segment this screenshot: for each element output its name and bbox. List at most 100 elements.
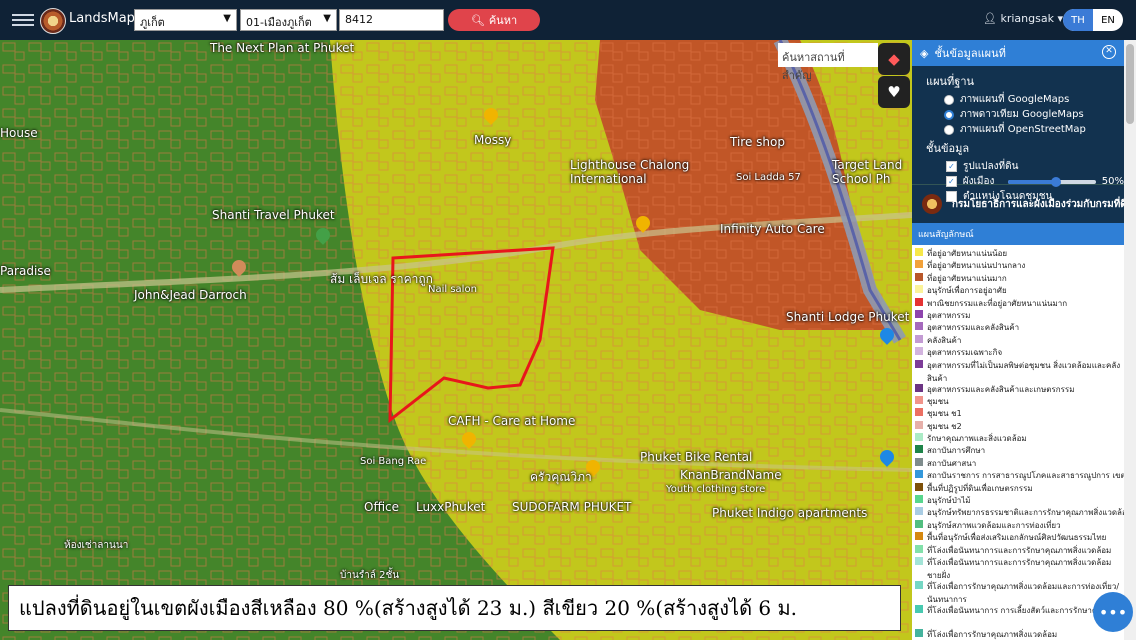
legend-label: อนุรักษ์สภาพแวดล้อมและการท่องเที่ยว: [927, 520, 1061, 530]
legend-label: ที่โล่งเพื่อการรักษาคุณภาพสิ่งแวดล้อมและ…: [927, 581, 1120, 604]
legend-item: ที่อยู่อาศัยหนาแน่นมาก: [915, 272, 1124, 284]
base-option-google-satellite[interactable]: ภาพดาวเทียม GoogleMaps: [912, 107, 1124, 122]
legend-item: ที่โล่งเพื่อนันทนาการและการรักษาคุณภาพสิ…: [915, 556, 1124, 580]
place-label: Infinity Auto Care: [720, 222, 825, 236]
parcel-number-input[interactable]: 8412: [339, 9, 444, 31]
chevron-down-icon: ▼: [223, 13, 231, 24]
legend-item: คลังสินค้า: [915, 334, 1124, 346]
district-select[interactable]: 01-เมืองภูเก็ต ▼: [240, 9, 337, 31]
legend-label: ที่โล่งเพื่อการรักษาคุณภาพสิ่งแวดล้อม: [927, 629, 1058, 639]
legend-label: ชุมชน ช1: [927, 409, 962, 419]
legend-label: สถาบันศาสนา: [927, 458, 977, 468]
layer-parcel[interactable]: ✓ รูปแปลงที่ดิน: [912, 159, 1124, 174]
legend-item: อนุรักษ์ป่าไม้: [915, 494, 1124, 506]
legend-swatch: [915, 495, 923, 504]
legend-swatch: [915, 457, 923, 466]
option-label: ผังเมือง: [962, 176, 995, 187]
place-label: ห้องเช่าลานนา: [64, 540, 129, 551]
user-menu[interactable]: 👤︎ kriangsak ▾: [983, 12, 1063, 25]
legend-item: พาณิชยกรรมและที่อยู่อาศัยหนาแน่นมาก: [915, 297, 1124, 309]
legend-item: อุตสาหกรรม: [915, 309, 1124, 321]
base-option-google-map[interactable]: ภาพแผนที่ GoogleMaps: [912, 92, 1124, 107]
legend-label: อนุรักษ์เพื่อการอยู่อาศัย: [927, 286, 1007, 296]
legend-item: ชุมชน ช2: [915, 420, 1124, 432]
legend-item: อนุรักษ์เพื่อการอยู่อาศัย: [915, 284, 1124, 296]
legend-swatch: [915, 628, 923, 637]
legend-swatch: [915, 420, 923, 429]
close-icon[interactable]: ✕: [1102, 45, 1116, 59]
legend-label: พื้นที่ปฏิรูปที่ดินเพื่อเกษตรกรรม: [927, 483, 1033, 493]
legend-swatch: [915, 297, 923, 306]
layer-panel: ◈ ชั้นข้อมูลแผนที่ ✕ แผนที่ฐาน ภาพแผนที่…: [912, 40, 1124, 640]
legend-swatch: [915, 604, 923, 613]
favorites-button[interactable]: ♥: [878, 76, 910, 108]
language-toggle: TH EN: [1063, 9, 1123, 31]
department-name: กรมโยธาธิการและผังเมืองร่วมกับกรมที่ดิน: [952, 198, 1124, 210]
place-label: SUDOFARM PHUKET: [512, 500, 632, 514]
legend-item: ชุมชน: [915, 395, 1124, 407]
legend-swatch: [915, 556, 923, 565]
panel-scrollbar[interactable]: [1124, 40, 1136, 640]
place-search-input[interactable]: ค้นหาสถานที่สำคัญ: [778, 43, 878, 82]
place-label: Lighthouse Chalong International: [570, 158, 690, 186]
legend-swatch: [915, 383, 923, 392]
place-label: LuxxPhuket: [416, 500, 486, 514]
opacity-value: 50%: [1101, 176, 1124, 187]
legend-item: ที่อยู่อาศัยหนาแน่นปานกลาง: [915, 259, 1124, 271]
legend-label: รักษาคุณภาพและสิ่งแวดล้อม: [927, 434, 1027, 444]
legend-swatch: [915, 359, 923, 368]
chevron-down-icon: ▼: [323, 13, 331, 24]
map-canvas: [0, 40, 912, 640]
opacity-slider[interactable]: [1008, 176, 1096, 187]
legend-item: อนุรักษ์สภาพแวดล้อมและการท่องเที่ยว: [915, 519, 1124, 531]
more-icon: •••: [1098, 602, 1128, 622]
legend-item: ที่โล่งเพื่อการรักษาคุณภาพสิ่งแวดล้อม: [915, 628, 1124, 640]
legend-label: ชุมชน ช2: [927, 421, 962, 431]
legend-swatch: [915, 408, 923, 417]
base-option-osm[interactable]: ภาพแผนที่ OpenStreetMap: [912, 122, 1124, 137]
radio-selected-icon[interactable]: [944, 109, 954, 120]
option-label: ภาพแผนที่ OpenStreetMap: [960, 124, 1086, 135]
slider-handle[interactable]: [1051, 176, 1062, 187]
legend-label: อนุรักษ์ป่าไม้: [927, 496, 971, 506]
checkbox-checked-icon[interactable]: ✓: [946, 161, 957, 172]
legend-label: ที่อยู่อาศัยหนาแน่นมาก: [927, 273, 1007, 283]
legend-label: ที่โล่งเพื่อนันทนาการ การเลี้ยงสัตว์และก…: [927, 605, 1120, 615]
legend-swatch: [915, 470, 923, 479]
legend-label: สถาบันราชการ การสาธารณูปโภคและสาธารณูปกา…: [927, 471, 1124, 481]
heart-icon: ♥: [887, 83, 901, 101]
legend-title: แผนสัญลักษณ์: [912, 223, 1124, 245]
radio-icon[interactable]: [944, 94, 954, 105]
layers-icon: ◆: [888, 50, 900, 68]
radio-icon[interactable]: [944, 124, 954, 135]
legend-swatch: [915, 260, 923, 269]
place-label: Soi Bang Rae: [360, 456, 427, 467]
chat-button[interactable]: •••: [1093, 592, 1133, 632]
province-select[interactable]: ภูเก็ต ▼: [134, 9, 237, 31]
legend-swatch: [915, 433, 923, 442]
search-button[interactable]: 🔍︎ ค้นหา: [448, 9, 540, 31]
legend-swatch: [915, 544, 923, 553]
legend-swatch: [915, 482, 923, 491]
place-label: ครัวคุณวิภา: [530, 470, 592, 484]
place-label: John&Jead Darroch: [134, 288, 247, 302]
layers-icon: ◈: [920, 46, 929, 60]
lang-en-button[interactable]: EN: [1093, 9, 1123, 31]
place-label: Youth clothing store: [666, 484, 766, 495]
legend-swatch: [915, 248, 923, 256]
layers-button[interactable]: ◆: [878, 43, 910, 75]
checkbox-checked-icon[interactable]: ✓: [946, 176, 957, 187]
lang-th-button[interactable]: TH: [1063, 9, 1093, 31]
legend-label: ชุมชน: [927, 396, 949, 406]
legend-swatch: [915, 507, 923, 516]
legend-item: สถาบันการศึกษา: [915, 444, 1124, 456]
scrollbar-thumb[interactable]: [1126, 44, 1134, 124]
map-view[interactable]: The Next Plan at Phuket Mossy Lighthouse…: [0, 40, 912, 640]
district-value: 01-เมืองภูเก็ต: [246, 16, 312, 29]
place-label: บ้านรำล์ 2ชั้น: [340, 570, 400, 581]
menu-icon[interactable]: [12, 11, 34, 29]
legend-label: สถาบันการศึกษา: [927, 446, 986, 456]
top-bar: LandsMaps ภูเก็ต ▼ 01-เมืองภูเก็ต ▼ 8412…: [0, 0, 1136, 40]
legend-label: อนุรักษ์ทรัพยากรธรรมชาติและการรักษาคุณภา…: [927, 508, 1124, 518]
legend-swatch: [915, 322, 923, 331]
